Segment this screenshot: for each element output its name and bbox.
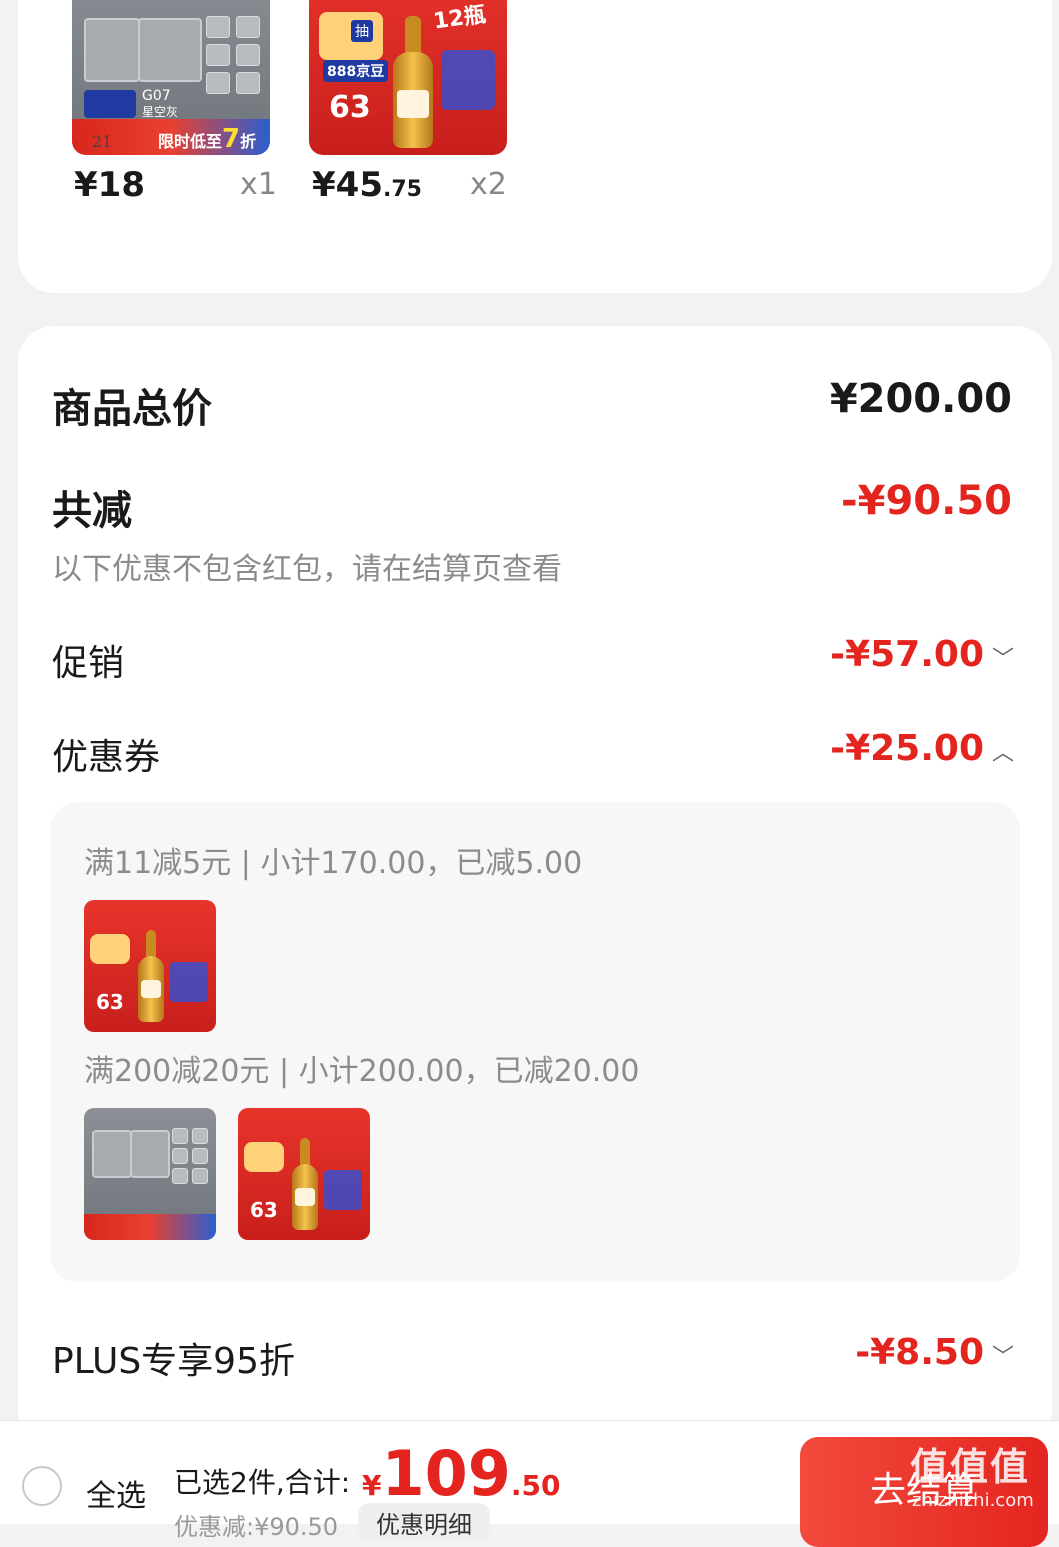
beans-badge: 888京豆: [323, 60, 389, 82]
promo-label: 促销: [52, 643, 125, 684]
coupon-detail-panel: 满11减5元 | 小计170.00，已减5.00 63 满200减20元 | 小…: [50, 802, 1020, 1282]
checkout-bar: 全选 已选2件,合计: ¥109.50 优惠减:¥90.50 优惠明细 去结算: [0, 1420, 1059, 1547]
reduce-label: 共减: [52, 488, 132, 534]
total-price: ¥109.50: [362, 1437, 561, 1510]
selected-summary: 已选2件,合计:: [174, 1466, 351, 1499]
coupon-row-value[interactable]: -¥25.00 ︿: [830, 728, 1015, 769]
watermark-logo: 值值值: [910, 1445, 1031, 1489]
item-price-2: ¥45.75: [312, 165, 422, 205]
total-value: ¥200.00: [829, 376, 1012, 422]
chevron-down-icon: ﹀: [992, 647, 1015, 672]
draw-badge: 抽: [351, 20, 373, 42]
promo-text: 限时低至: [158, 132, 223, 151]
watermark-url: zhizhizhi.com: [912, 1490, 1034, 1511]
coupon-rule-2: 满200减20元 | 小计200.00，已减20.00: [84, 1054, 640, 1089]
coupon-2-product-beer: 63: [238, 1108, 370, 1240]
reduce-value: -¥90.50: [841, 478, 1012, 524]
product-image-beer[interactable]: 888京豆 抽 63 12瓶: [309, 0, 507, 155]
promo-number: 7: [222, 124, 241, 154]
strip-price: 21: [92, 132, 113, 151]
price-summary-card: 商品总价 ¥200.00 共减 -¥90.50 以下优惠不包含红包，请在结算页查…: [18, 326, 1052, 1446]
reduce-note: 以下优惠不包含红包，请在结算页查看: [52, 552, 562, 587]
product-badge-color: 星空灰: [142, 105, 179, 119]
coupon-rule-1: 满11减5元 | 小计170.00，已减5.00: [84, 846, 583, 881]
promo-unit: 折: [240, 132, 257, 151]
coupon-1-product-beer: 63: [84, 900, 216, 1032]
coupon-label: 优惠券: [52, 737, 161, 778]
item-price-1: ¥18: [74, 165, 145, 205]
item-qty-2: x2: [470, 167, 507, 202]
item-qty-1: x1: [240, 167, 277, 202]
product-badge-code: G07: [142, 88, 171, 104]
chevron-down-icon: ﹀: [992, 1345, 1015, 1370]
chevron-up-icon: ︿: [992, 741, 1015, 766]
promo-row-value[interactable]: -¥57.00 ﹀: [830, 634, 1015, 675]
cart-items-card: G07 星空灰 21 限时低至7折 888京豆 抽 63 12瓶 ¥18 x1 …: [18, 0, 1052, 293]
product-image-switch[interactable]: G07 星空灰 21 限时低至7折: [72, 0, 270, 155]
select-all-radio[interactable]: [22, 1466, 62, 1506]
coupon-2-product-switch: [84, 1108, 216, 1240]
select-all-label[interactable]: 全选: [86, 1471, 146, 1515]
plus-label: PLUS专享95折: [52, 1341, 295, 1382]
bottle-count-tag: 12瓶: [431, 2, 488, 35]
total-label: 商品总价: [52, 386, 212, 432]
promo-price-big: 63: [329, 90, 371, 125]
discount-summary: 优惠减:¥90.50: [174, 1513, 339, 1541]
plus-row-value[interactable]: -¥8.50 ﹀: [855, 1332, 1015, 1373]
